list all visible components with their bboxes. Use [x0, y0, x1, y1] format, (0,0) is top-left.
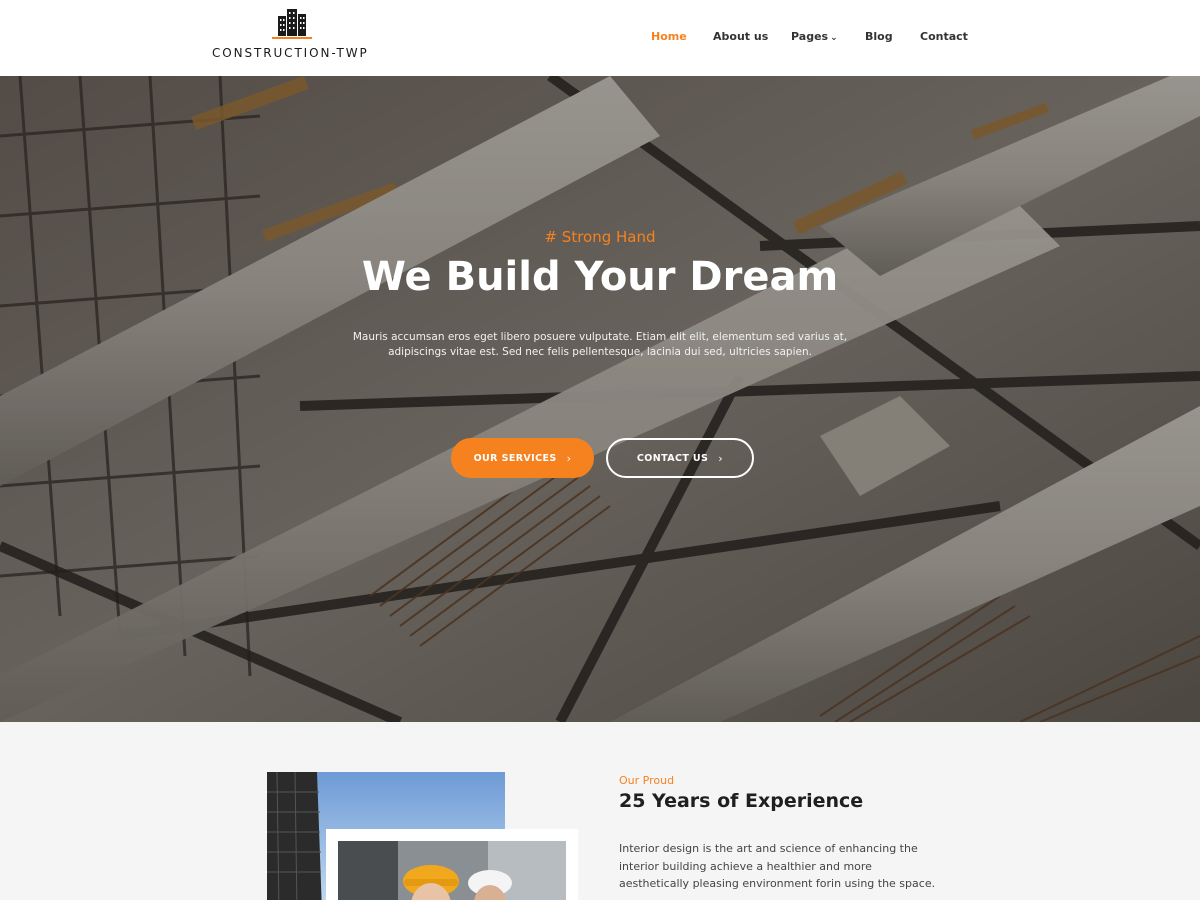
site-logo[interactable]: CONSTRUCTION-TWP — [212, 6, 377, 62]
building-icon — [272, 9, 312, 39]
chevron-right-icon: › — [566, 451, 572, 465]
about-title: 25 Years of Experience — [619, 790, 864, 812]
hero-title: We Build Your Dream — [361, 254, 839, 300]
contact-us-label: CONTACT US — [636, 452, 709, 464]
our-services-label: OUR SERVICES — [473, 452, 557, 464]
workers-photo — [326, 829, 578, 900]
nav-about-us[interactable]: About us — [713, 30, 768, 43]
our-services-button[interactable]: OUR SERVICES › — [451, 438, 594, 478]
site-header: CONSTRUCTION-TWP Home About us Pages ⌄ Bl… — [0, 0, 1200, 76]
logo-text: CONSTRUCTION-TWP — [212, 46, 369, 60]
about-kicker: Our Proud — [619, 774, 675, 787]
hero-overlay — [0, 76, 1200, 722]
nav-pages-label: Pages — [791, 30, 829, 43]
about-text: Interior design is the art and science o… — [619, 842, 936, 890]
nav-home[interactable]: Home — [651, 30, 687, 43]
hero-subtitle: Mauris accumsan eros eget libero posuere… — [352, 331, 848, 358]
nav-contact[interactable]: Contact — [920, 30, 968, 43]
hero-section: # Strong Hand We Build Your Dream Mauris… — [0, 76, 1200, 722]
nav-pages[interactable]: Pages ⌄ — [791, 30, 838, 43]
chevron-right-icon: › — [718, 451, 724, 465]
hero-kicker: # Strong Hand — [544, 228, 656, 246]
contact-us-button[interactable]: CONTACT US › — [606, 438, 754, 478]
experience-section: Our Proud 25 Years of Experience Interio… — [0, 722, 1200, 900]
chevron-down-icon: ⌄ — [830, 33, 838, 43]
nav-blog[interactable]: Blog — [865, 30, 893, 43]
